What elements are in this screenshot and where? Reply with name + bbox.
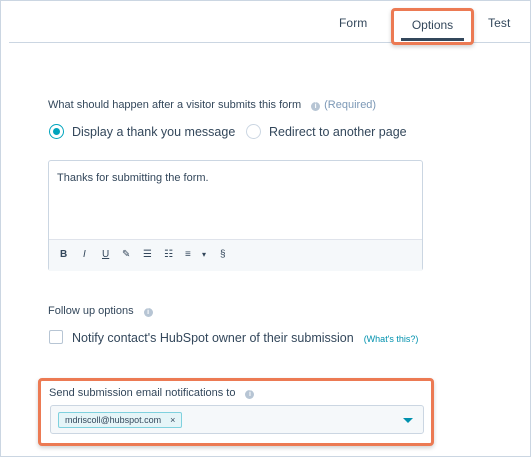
italic-icon[interactable]: I	[83, 250, 86, 260]
radio-redirect-label[interactable]: Redirect to another page	[269, 125, 407, 139]
after-submit-label-text: What should happen after a visitor submi…	[48, 99, 302, 111]
radio-thank-you-message[interactable]	[49, 124, 64, 139]
after-submit-label: What should happen after a visitor submi…	[48, 99, 376, 111]
info-icon[interactable]: i	[143, 308, 153, 317]
numbered-list-icon[interactable]: ☷	[164, 250, 173, 260]
notify-owner-label[interactable]: Notify contact's HubSpot owner of their …	[72, 331, 418, 345]
info-icon[interactable]: i	[245, 390, 255, 399]
email-notifications-highlight: Send submission email notifications to i …	[38, 378, 434, 446]
active-tab-indicator	[401, 38, 464, 41]
email-notifications-label-text: Send submission email notifications to	[49, 387, 236, 399]
remove-email-icon[interactable]: ×	[170, 415, 175, 425]
bold-icon[interactable]: B	[60, 250, 67, 260]
notify-owner-label-text: Notify contact's HubSpot owner of their …	[72, 331, 354, 345]
tab-bar: Form Options Test	[9, 1, 530, 45]
form-options-panel: Form Options Test What should happen aft…	[0, 0, 531, 457]
tab-options-highlight[interactable]: Options	[391, 8, 474, 45]
clear-format-icon[interactable]: ✎	[122, 250, 130, 260]
email-notifications-label: Send submission email notifications to i	[49, 387, 255, 399]
link-icon[interactable]: §	[220, 250, 226, 260]
follow-up-label-text: Follow up options	[48, 305, 134, 317]
bullet-list-icon[interactable]: ☰	[143, 250, 152, 260]
editor-toolbar: B I U ✎ ☰ ☷ ≡ ▾ §	[49, 239, 422, 271]
notify-owner-checkbox[interactable]	[49, 330, 63, 344]
chevron-down-icon[interactable]	[403, 418, 413, 423]
follow-up-label: Follow up options i	[48, 305, 153, 317]
whats-this-link[interactable]: (What's this?)	[364, 334, 419, 344]
radio-redirect-page[interactable]	[246, 124, 261, 139]
required-indicator: (Required)	[324, 99, 377, 111]
align-icon[interactable]: ≡	[185, 250, 191, 260]
radio-thank-you-label[interactable]: Display a thank you message	[72, 125, 235, 139]
email-tag-label: mdriscoll@hubspot.com	[65, 415, 162, 425]
info-icon[interactable]: i	[311, 102, 321, 111]
tab-form[interactable]: Form	[339, 16, 367, 30]
editor-content[interactable]: Thanks for submitting the form.	[57, 172, 209, 184]
chevron-down-icon[interactable]: ▾	[202, 250, 206, 260]
underline-icon[interactable]: U	[102, 250, 109, 260]
thank-you-message-editor[interactable]: Thanks for submitting the form. B I U ✎ …	[48, 160, 423, 271]
tab-test[interactable]: Test	[488, 16, 510, 30]
email-recipients-select[interactable]: mdriscoll@hubspot.com ×	[50, 405, 424, 434]
email-tag: mdriscoll@hubspot.com ×	[58, 412, 183, 428]
